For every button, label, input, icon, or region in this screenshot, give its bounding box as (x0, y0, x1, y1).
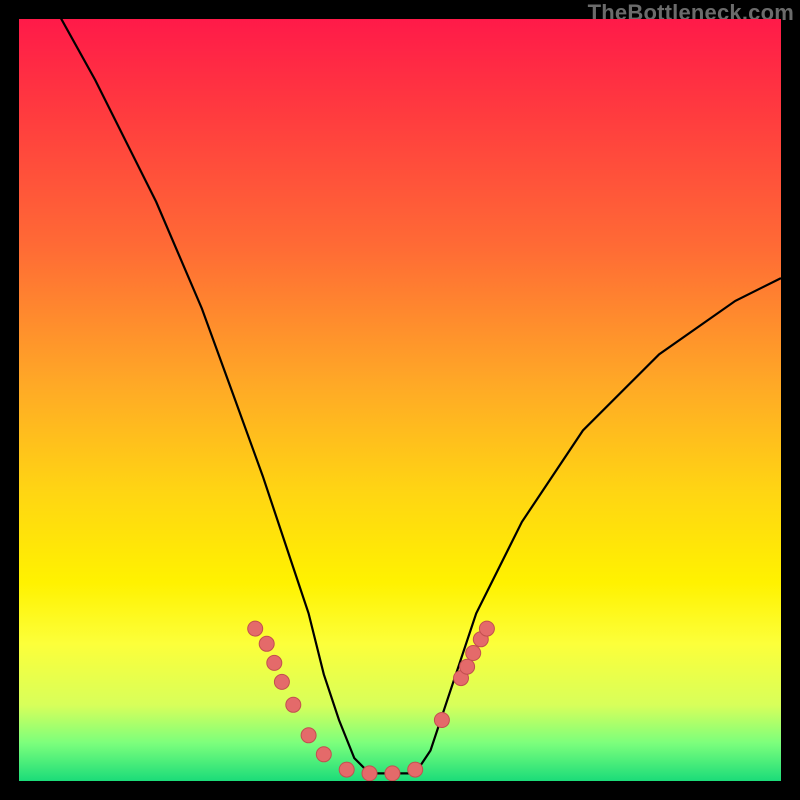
chart-frame (19, 19, 781, 781)
data-marker (339, 762, 354, 777)
data-marker (248, 621, 263, 636)
marker-group (248, 621, 495, 781)
data-marker (362, 766, 377, 781)
data-marker (267, 655, 282, 670)
data-marker (286, 697, 301, 712)
data-marker (460, 659, 475, 674)
data-marker (385, 766, 400, 781)
data-marker (259, 636, 274, 651)
data-marker (274, 674, 289, 689)
data-marker (466, 646, 481, 661)
bottleneck-curve (19, 19, 781, 773)
data-marker (316, 747, 331, 762)
data-marker (301, 728, 316, 743)
data-marker (408, 762, 423, 777)
chart-svg (19, 19, 781, 781)
data-marker (479, 621, 494, 636)
data-marker (434, 713, 449, 728)
